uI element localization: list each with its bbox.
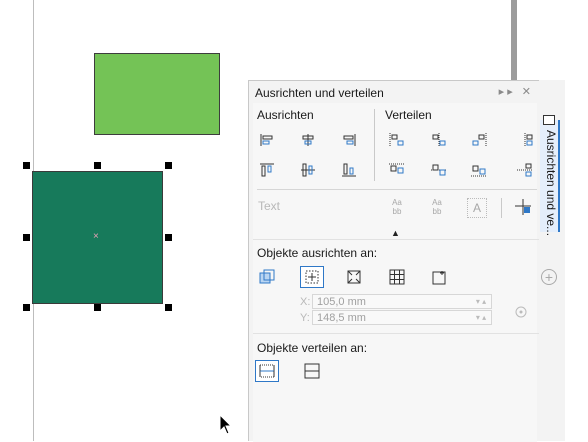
distribute-to-label: Objekte verteilen an: bbox=[257, 341, 368, 355]
tab-label: Ausrichten und ve... bbox=[544, 130, 558, 237]
page-shadow bbox=[511, 0, 517, 80]
align-vertical-center-icon[interactable] bbox=[298, 161, 318, 179]
text-bounding-box-icon: A bbox=[467, 198, 487, 218]
align-to-label: Objekte ausrichten an: bbox=[257, 246, 378, 260]
y-spinner-icon[interactable]: ▾ ▴ bbox=[470, 310, 492, 325]
align-section-label: Ausrichten bbox=[257, 108, 314, 122]
distribute-top-icon[interactable] bbox=[387, 161, 407, 179]
y-label: Y: bbox=[300, 312, 310, 324]
align-horizontal-center-icon[interactable] bbox=[298, 131, 318, 149]
docker-title: Ausrichten und verteilen bbox=[255, 86, 384, 100]
close-icon[interactable]: ✕ bbox=[522, 86, 534, 98]
distribute-to-selection-icon[interactable] bbox=[255, 360, 279, 382]
align-to-point-icon[interactable] bbox=[428, 266, 452, 288]
align-outline-icon[interactable] bbox=[513, 198, 533, 216]
selection-handle-r[interactable] bbox=[165, 234, 172, 241]
align-right-icon[interactable] bbox=[339, 131, 359, 149]
section-divider bbox=[374, 109, 375, 181]
selection-handle-b[interactable] bbox=[94, 304, 101, 311]
align-distribute-docker: Ausrichten und verteilen ▸▸ ✕ Ausrichten… bbox=[248, 80, 562, 442]
distribute-section-label: Verteilen bbox=[385, 108, 432, 122]
align-top-icon[interactable] bbox=[257, 161, 277, 179]
divider bbox=[257, 189, 537, 190]
text-label: Text bbox=[258, 199, 281, 213]
text-last-baseline-icon: Aa bb bbox=[432, 198, 442, 216]
distribute-right-icon[interactable] bbox=[469, 131, 489, 149]
divider bbox=[501, 198, 502, 218]
align-to-grid-icon[interactable] bbox=[385, 266, 409, 288]
collapse-section-icon[interactable]: ▲ bbox=[391, 228, 400, 238]
collapse-docker-icon[interactable]: ▸▸ bbox=[499, 86, 516, 98]
align-left-icon[interactable] bbox=[257, 131, 277, 149]
x-label: X: bbox=[300, 296, 311, 308]
distribute-left-icon[interactable] bbox=[387, 131, 407, 149]
divider bbox=[253, 239, 543, 240]
docker-body: Ausrichten Verteilen Text Aa bb Aa bb A … bbox=[253, 103, 543, 442]
target-point-icon bbox=[511, 303, 531, 321]
distribute-middle-icon[interactable] bbox=[429, 161, 449, 179]
light-green-rectangle[interactable] bbox=[94, 53, 220, 135]
align-to-page-edge-icon[interactable] bbox=[342, 266, 366, 288]
align-bottom-icon[interactable] bbox=[339, 161, 359, 179]
mouse-cursor-icon bbox=[219, 414, 233, 435]
center-marker-icon: × bbox=[93, 231, 99, 242]
align-to-active-objects-icon[interactable] bbox=[255, 266, 279, 288]
selection-handle-l[interactable] bbox=[23, 234, 30, 241]
selection-handle-bl[interactable] bbox=[23, 304, 30, 311]
docker-controls: ▸▸ ✕ bbox=[499, 85, 534, 98]
distribute-center-icon[interactable] bbox=[429, 131, 449, 149]
align-to-selection-icon[interactable] bbox=[300, 266, 324, 288]
distribute-spacing-horizontal-icon[interactable] bbox=[515, 131, 535, 149]
x-coordinate-input[interactable]: 105,0 mm bbox=[312, 294, 492, 309]
tab-align-distribute[interactable]: Ausrichten und ve... bbox=[540, 115, 560, 236]
selection-handle-br[interactable] bbox=[165, 304, 172, 311]
y-coordinate-input[interactable]: 148,5 mm bbox=[312, 310, 492, 325]
selection-handle-tr[interactable] bbox=[165, 162, 172, 169]
distribute-bottom-icon[interactable] bbox=[469, 161, 489, 179]
selection-handle-t[interactable] bbox=[94, 162, 101, 169]
text-first-baseline-icon: Aa bb bbox=[392, 198, 402, 216]
x-spinner-icon[interactable]: ▾ ▴ bbox=[470, 294, 492, 309]
distribute-spacing-vertical-icon[interactable] bbox=[515, 161, 535, 179]
distribute-to-page-icon[interactable] bbox=[300, 360, 324, 382]
divider bbox=[253, 333, 543, 334]
selection-handle-tl[interactable] bbox=[23, 162, 30, 169]
docker-tab-icon bbox=[543, 115, 555, 125]
add-docker-icon[interactable]: + bbox=[541, 269, 557, 285]
